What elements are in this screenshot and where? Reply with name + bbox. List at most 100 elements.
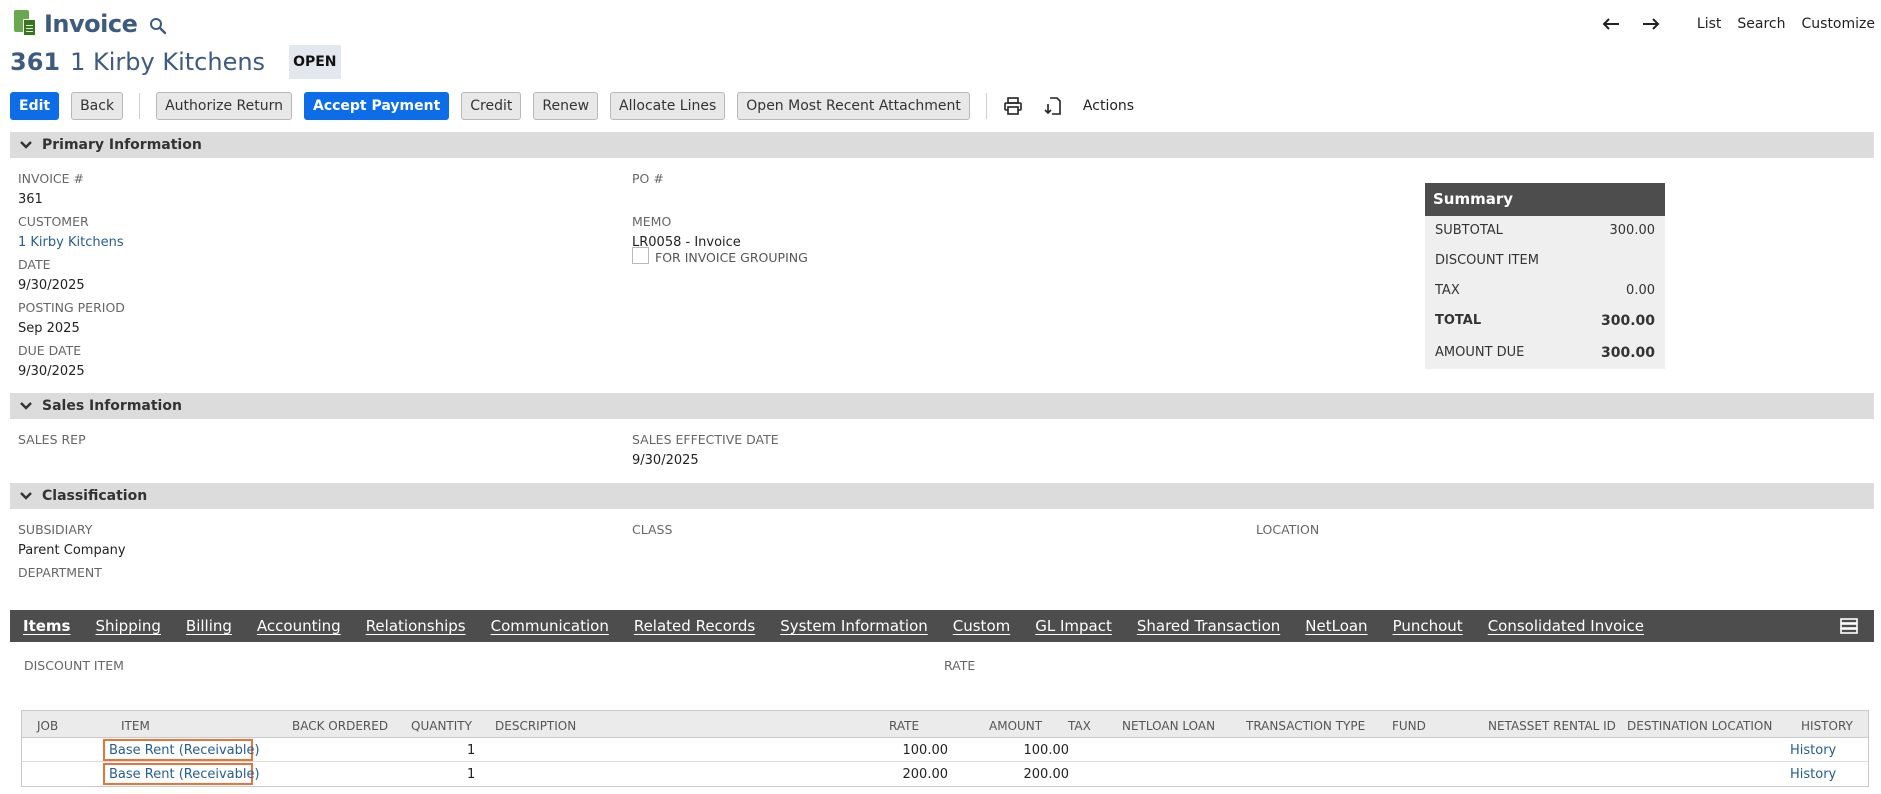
field-label: POSTING PERIOD — [18, 300, 125, 315]
tab-punchout[interactable]: Punchout — [1393, 617, 1463, 635]
arrow-right-icon[interactable] — [1641, 15, 1661, 33]
amount-cell: 100.00 — [1023, 743, 1070, 758]
record-title-row: 361 1 Kirby Kitchens OPEN — [10, 45, 341, 79]
column-description[interactable]: DESCRIPTION — [495, 719, 576, 733]
toolbar-divider — [139, 93, 141, 119]
open-attachment-button[interactable]: Open Most Recent Attachment — [737, 92, 970, 120]
field-label: SALES EFFECTIVE DATE — [632, 432, 779, 447]
record-number: 361 — [10, 48, 61, 76]
nav-list-link[interactable]: List — [1697, 16, 1721, 32]
renew-button[interactable]: Renew — [533, 92, 599, 120]
tab-menu-icon[interactable] — [1840, 618, 1858, 634]
table-row[interactable]: Base Rent (Receivable) 1 100.00 100.00 H… — [22, 738, 1868, 762]
column-rate[interactable]: RATE — [889, 719, 919, 733]
print-icon[interactable] — [1003, 96, 1023, 116]
summary-row-subtotal: SUBTOTAL 300.00 — [1435, 223, 1655, 238]
field-invoice-number: INVOICE # 361 — [18, 171, 84, 207]
tab-system-information[interactable]: System Information — [780, 617, 928, 635]
table-row[interactable]: Base Rent (Receivable) 1 200.00 200.00 H… — [22, 762, 1868, 786]
section-primary-information[interactable]: Primary Information — [10, 132, 1874, 158]
table-header-row: JOB ITEM BACK ORDERED QUANTITY DESCRIPTI… — [22, 711, 1868, 738]
field-subsidiary: SUBSIDIARY Parent Company — [18, 522, 126, 558]
item-link[interactable]: Base Rent (Receivable) — [109, 743, 260, 758]
section-title: Primary Information — [42, 137, 202, 153]
back-button[interactable]: Back — [71, 92, 124, 120]
chevron-down-icon — [20, 402, 32, 410]
history-link[interactable]: History — [1790, 767, 1836, 782]
column-job[interactable]: JOB — [37, 719, 58, 733]
column-amount[interactable]: AMOUNT — [989, 719, 1042, 733]
section-classification[interactable]: Classification — [10, 483, 1874, 509]
field-label: CLASS — [632, 522, 673, 537]
column-history[interactable]: HISTORY — [1801, 719, 1853, 733]
field-label: INVOICE # — [18, 171, 84, 186]
column-back-ordered[interactable]: BACK ORDERED — [292, 719, 388, 733]
field-po-number: PO # — [632, 171, 664, 186]
tab-consolidated-invoice[interactable]: Consolidated Invoice — [1488, 617, 1644, 635]
summary-title: Summary — [1425, 183, 1665, 216]
rate-cell: 200.00 — [902, 767, 949, 782]
tab-shared-transaction[interactable]: Shared Transaction — [1137, 617, 1280, 635]
nav-search-link[interactable]: Search — [1737, 16, 1785, 32]
field-customer: CUSTOMER 1 Kirby Kitchens — [18, 214, 124, 250]
summary-panel: Summary SUBTOTAL 300.00 DISCOUNT ITEM TA… — [1425, 183, 1665, 369]
summary-row-amount-due: AMOUNT DUE 300.00 — [1435, 345, 1655, 361]
invoice-grouping-checkbox[interactable] — [632, 247, 649, 264]
chevron-down-icon — [20, 141, 32, 149]
column-tax[interactable]: TAX — [1068, 719, 1091, 733]
column-transaction-type[interactable]: TRANSACTION TYPE — [1246, 719, 1365, 733]
accept-payment-button[interactable]: Accept Payment — [303, 92, 450, 120]
field-label: MEMO — [632, 214, 672, 229]
tab-custom[interactable]: Custom — [953, 617, 1010, 635]
field-label: DATE — [18, 257, 51, 272]
credit-button[interactable]: Credit — [461, 92, 522, 120]
status-badge: OPEN — [289, 45, 341, 79]
field-label: SALES REP — [18, 432, 86, 447]
authorize-return-button[interactable]: Authorize Return — [156, 92, 292, 120]
rate-cell: 100.00 — [902, 743, 949, 758]
field-memo: MEMO LR0058 - Invoice — [632, 214, 741, 250]
field-value: 9/30/2025 — [632, 453, 699, 468]
tab-relationships[interactable]: Relationships — [366, 617, 466, 635]
field-class: CLASS — [632, 522, 672, 537]
field-posting-period: POSTING PERIOD Sep 2025 — [18, 300, 125, 336]
tab-communication[interactable]: Communication — [491, 617, 609, 635]
summary-label: SUBTOTAL — [1435, 223, 1503, 238]
column-quantity[interactable]: QUANTITY — [411, 719, 472, 733]
nav-customize-link[interactable]: Customize — [1802, 16, 1876, 32]
column-netasset-rental-id[interactable]: NETASSET RENTAL ID — [1488, 719, 1616, 733]
item-link[interactable]: Base Rent (Receivable) — [109, 767, 260, 782]
edit-button[interactable]: Edit — [10, 92, 60, 120]
column-fund[interactable]: FUND — [1392, 719, 1426, 733]
tab-netloan[interactable]: NetLoan — [1305, 617, 1367, 635]
tab-billing[interactable]: Billing — [186, 617, 232, 635]
section-title: Sales Information — [42, 398, 182, 414]
allocate-lines-button[interactable]: Allocate Lines — [610, 92, 726, 120]
column-destination-location[interactable]: DESTINATION LOCATION — [1627, 719, 1772, 733]
section-sales-information[interactable]: Sales Information — [10, 393, 1874, 419]
download-document-icon[interactable] — [1043, 96, 1063, 116]
customer-link[interactable]: 1 Kirby Kitchens — [18, 235, 124, 250]
history-link[interactable]: History — [1790, 743, 1836, 758]
field-date: DATE 9/30/2025 — [18, 257, 85, 293]
column-netloan-loan[interactable]: NETLOAN LOAN — [1122, 719, 1215, 733]
actions-menu[interactable]: Actions — [1083, 98, 1134, 114]
search-icon[interactable] — [149, 17, 167, 35]
field-department: DEPARTMENT — [18, 565, 102, 580]
tab-accounting[interactable]: Accounting — [257, 617, 341, 635]
tab-items[interactable]: Items — [23, 617, 70, 635]
field-invoice-grouping: FOR INVOICE GROUPING — [632, 247, 808, 265]
tab-gl-impact[interactable]: GL Impact — [1035, 617, 1112, 635]
tab-shipping[interactable]: Shipping — [95, 617, 160, 635]
field-label: CUSTOMER — [18, 214, 89, 229]
summary-value: 300.00 — [1600, 313, 1655, 329]
column-item[interactable]: ITEM — [121, 719, 150, 733]
arrow-left-icon[interactable] — [1601, 15, 1621, 33]
field-label: RATE — [944, 658, 976, 673]
tab-related-records[interactable]: Related Records — [634, 617, 755, 635]
summary-value: 300.00 — [1609, 223, 1656, 238]
field-label: DEPARTMENT — [18, 565, 102, 580]
action-toolbar: Edit Back Authorize Return Accept Paymen… — [10, 92, 1134, 120]
invoice-app-icon — [14, 10, 38, 38]
record-name: 1 Kirby Kitchens — [70, 48, 266, 76]
